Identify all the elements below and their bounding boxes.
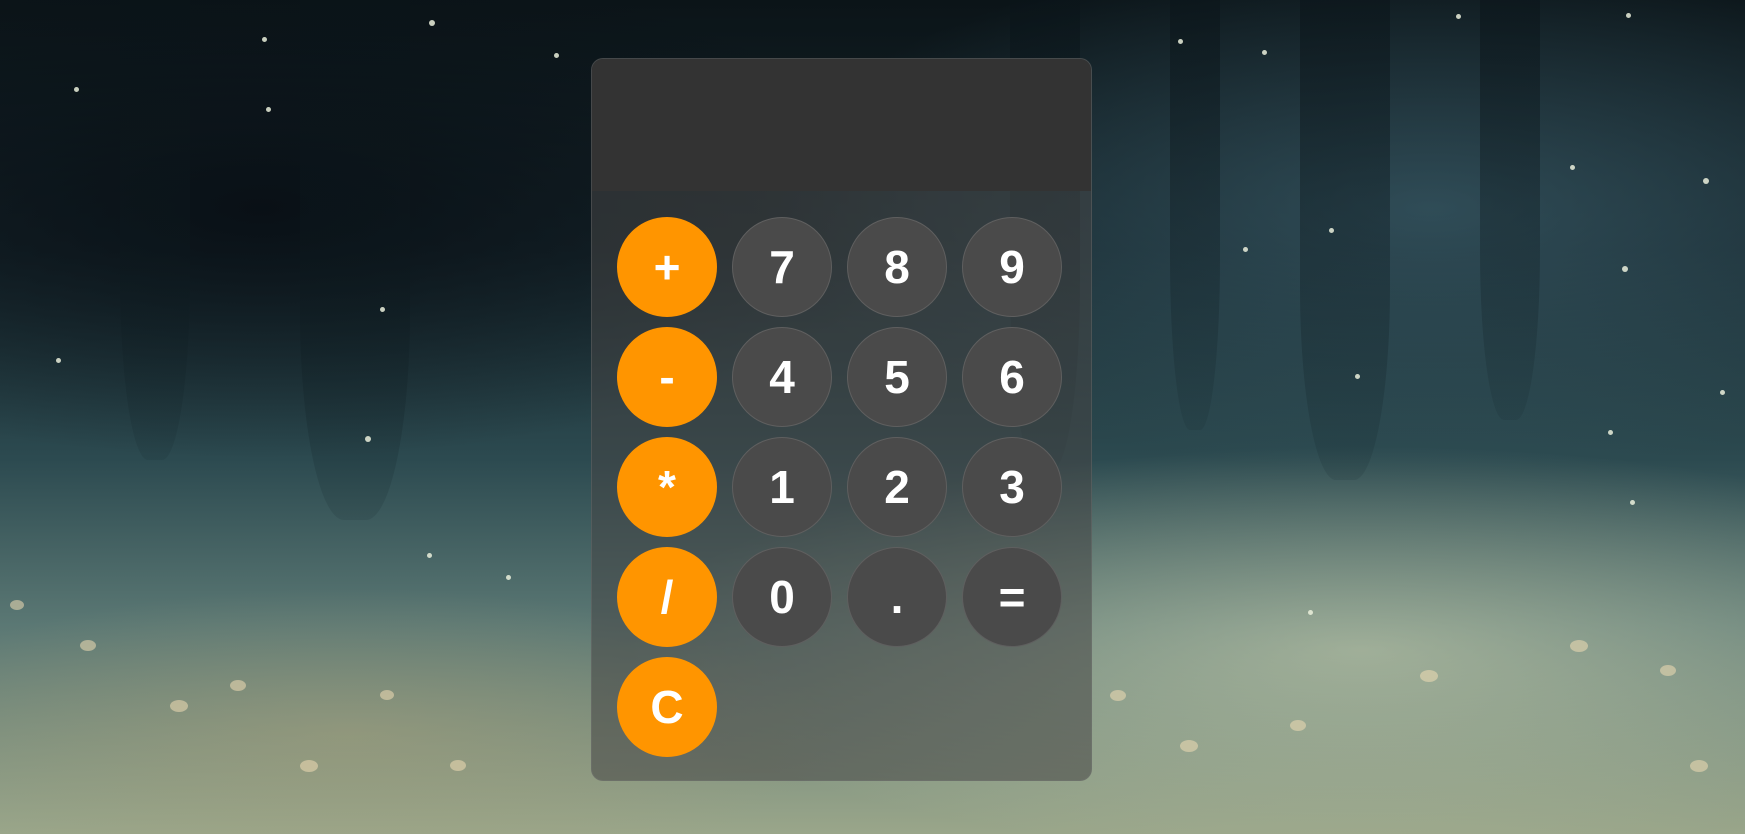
tree-trunk: [120, 0, 190, 460]
meadow-flower: [170, 700, 188, 712]
firefly: [1308, 610, 1313, 615]
firefly: [1178, 39, 1183, 44]
three-button[interactable]: 3: [962, 437, 1062, 537]
tree-trunk: [1170, 0, 1220, 430]
tree-trunk: [1480, 0, 1540, 420]
firefly: [1626, 13, 1631, 18]
firefly: [554, 53, 559, 58]
two-button[interactable]: 2: [847, 437, 947, 537]
firefly: [1355, 374, 1360, 379]
firefly: [427, 553, 432, 558]
nine-button[interactable]: 9: [962, 217, 1062, 317]
keypad: + 7 8 9 - 4 5 6 * 1 2 3 / 0 . = C: [617, 217, 1062, 757]
firefly: [1570, 165, 1575, 170]
meadow-flower: [380, 690, 394, 700]
five-button[interactable]: 5: [847, 327, 947, 427]
multiply-button[interactable]: *: [617, 437, 717, 537]
meadow-flower: [1660, 665, 1676, 676]
meadow-flower: [10, 600, 24, 610]
meadow-flower: [450, 760, 466, 771]
plus-button[interactable]: +: [617, 217, 717, 317]
meadow-flower: [1290, 720, 1306, 731]
equals-button[interactable]: =: [962, 547, 1062, 647]
firefly: [74, 87, 79, 92]
firefly: [266, 107, 271, 112]
calculator: + 7 8 9 - 4 5 6 * 1 2 3 / 0 . = C: [591, 58, 1092, 781]
firefly: [429, 20, 435, 26]
firefly: [1703, 178, 1709, 184]
clear-button[interactable]: C: [617, 657, 717, 757]
tree-trunk: [300, 0, 410, 520]
firefly: [1720, 390, 1725, 395]
meadow-flower: [230, 680, 246, 691]
firefly: [1329, 228, 1334, 233]
firefly: [1262, 50, 1267, 55]
zero-button[interactable]: 0: [732, 547, 832, 647]
firefly: [1608, 430, 1613, 435]
minus-button[interactable]: -: [617, 327, 717, 427]
meadow-flower: [80, 640, 96, 651]
firefly: [380, 307, 385, 312]
eight-button[interactable]: 8: [847, 217, 947, 317]
firefly: [1456, 14, 1461, 19]
firefly: [1243, 247, 1248, 252]
meadow-flower: [1110, 690, 1126, 701]
one-button[interactable]: 1: [732, 437, 832, 537]
seven-button[interactable]: 7: [732, 217, 832, 317]
tree-trunk: [1300, 0, 1390, 480]
decimal-button[interactable]: .: [847, 547, 947, 647]
firefly: [1622, 266, 1628, 272]
firefly: [506, 575, 511, 580]
meadow-flower: [1420, 670, 1438, 682]
firefly: [56, 358, 61, 363]
meadow-flower: [1180, 740, 1198, 752]
firefly: [365, 436, 371, 442]
calculator-display: [592, 59, 1091, 191]
divide-button[interactable]: /: [617, 547, 717, 647]
four-button[interactable]: 4: [732, 327, 832, 427]
firefly: [262, 37, 267, 42]
meadow-flower: [300, 760, 318, 772]
six-button[interactable]: 6: [962, 327, 1062, 427]
meadow-flower: [1570, 640, 1588, 652]
firefly: [1630, 500, 1635, 505]
meadow-flower: [1690, 760, 1708, 772]
